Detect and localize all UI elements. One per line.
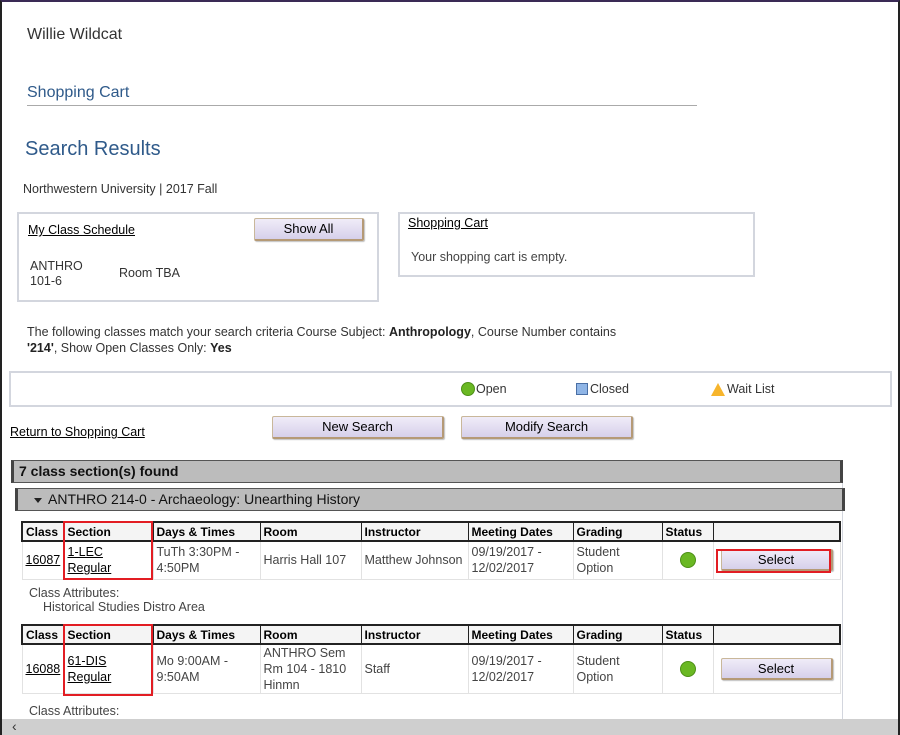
- col-status: Status: [661, 521, 714, 542]
- criteria-middle: , Course Number contains: [470, 325, 617, 339]
- legend-wait-list-label: Wait List: [727, 382, 775, 396]
- criteria-prefix: The following classes match your search …: [27, 325, 389, 339]
- search-criteria: The following classes match your search …: [27, 324, 627, 356]
- criteria-open-value: Yes: [210, 341, 232, 355]
- class-attributes-label: Class Attributes:: [29, 704, 120, 718]
- col-room: Room: [259, 521, 362, 542]
- course-header[interactable]: ANTHRO 214-0 - Archaeology: Unearthing H…: [15, 488, 845, 511]
- legend-wait-list: Wait List: [711, 382, 774, 396]
- col-meeting-dates: Meeting Dates: [467, 624, 574, 645]
- select-highlight: [716, 549, 831, 573]
- horizontal-scrollbar[interactable]: ‹: [2, 718, 898, 735]
- my-class-schedule-link[interactable]: My Class Schedule: [28, 223, 135, 237]
- collapse-caret-icon[interactable]: [34, 497, 42, 503]
- scheduled-room: Room TBA: [119, 266, 180, 280]
- col-grading: Grading: [572, 521, 663, 542]
- results-count-header: 7 class section(s) found: [11, 460, 843, 483]
- col-instructor: Instructor: [360, 521, 469, 542]
- section-highlight: [63, 521, 153, 580]
- col-meeting-dates: Meeting Dates: [467, 521, 574, 542]
- meeting-dates: 09/19/2017 - 12/02/2017: [467, 643, 574, 694]
- shopping-cart-link[interactable]: Shopping Cart: [408, 216, 488, 230]
- closed-square-icon: [576, 383, 588, 395]
- col-grading: Grading: [572, 624, 663, 645]
- instructor: Matthew Johnson: [360, 540, 469, 580]
- return-to-shopping-cart-link[interactable]: Return to Shopping Cart: [10, 425, 145, 439]
- course-title: ANTHRO 214-0 - Archaeology: Unearthing H…: [48, 491, 361, 507]
- class-schedule-panel: My Class Schedule Show All ANTHRO 101-6 …: [17, 212, 379, 302]
- legend-open-label: Open: [476, 382, 507, 396]
- show-all-button[interactable]: Show All: [254, 218, 364, 241]
- class-attributes-label: Class Attributes:: [29, 586, 120, 600]
- col-instructor: Instructor: [360, 624, 469, 645]
- select-cell: Select: [712, 643, 841, 694]
- status-cell: [661, 540, 714, 580]
- legend-open: Open: [461, 382, 507, 396]
- class-number-link[interactable]: 16087: [26, 553, 61, 567]
- col-days-times: Days & Times: [152, 624, 261, 645]
- user-name: Willie Wildcat: [27, 26, 123, 43]
- section-highlight: [63, 624, 153, 696]
- days-times: Mo 9:00AM - 9:50AM: [152, 643, 261, 694]
- shopping-cart-panel: Shopping Cart Your shopping cart is empt…: [398, 212, 755, 277]
- open-status-icon: [679, 552, 696, 569]
- title-divider: [27, 105, 697, 106]
- cart-empty-message: Your shopping cart is empty.: [411, 250, 568, 264]
- col-class: Class: [21, 521, 65, 542]
- meeting-dates: 09/19/2017 - 12/02/2017: [467, 540, 574, 580]
- instructor: Staff: [360, 643, 469, 694]
- legend-closed-label: Closed: [590, 382, 629, 396]
- wait-list-triangle-icon: [711, 382, 725, 396]
- class-attributes-value: Historical Studies Distro Area: [43, 600, 205, 614]
- status-cell: [661, 643, 714, 694]
- col-days-times: Days & Times: [152, 521, 261, 542]
- open-status-icon: [679, 661, 696, 677]
- class-number-link[interactable]: 16088: [26, 662, 61, 676]
- shopping-cart-title: Shopping Cart: [27, 84, 130, 101]
- status-legend: Open Closed Wait List: [9, 371, 892, 407]
- col-action: [712, 624, 841, 645]
- days-times: TuTh 3:30PM - 4:50PM: [152, 540, 261, 580]
- new-search-button[interactable]: New Search: [272, 416, 444, 439]
- open-circle-icon: [461, 382, 475, 396]
- grading: Student Option: [572, 540, 663, 580]
- criteria-number: '214': [27, 341, 54, 355]
- scheduled-course: ANTHRO 101-6: [30, 259, 83, 288]
- select-button[interactable]: Select: [720, 658, 833, 680]
- col-status: Status: [661, 624, 714, 645]
- criteria-subject: Anthropology: [388, 325, 471, 339]
- institution-term: Northwestern University | 2017 Fall: [23, 182, 218, 196]
- scroll-left-arrow-icon[interactable]: ‹: [12, 718, 17, 734]
- col-action: [712, 521, 841, 542]
- grading: Student Option: [572, 643, 663, 694]
- room: ANTHRO Sem Rm 104 - 1810 Hinmn: [259, 643, 362, 694]
- room: Harris Hall 107: [259, 540, 362, 580]
- legend-closed: Closed: [576, 382, 629, 396]
- col-class: Class: [21, 624, 65, 645]
- modify-search-button[interactable]: Modify Search: [461, 416, 633, 439]
- col-room: Room: [259, 624, 362, 645]
- page-title: Search Results: [25, 138, 161, 160]
- criteria-open-label: , Show Open Classes Only:: [53, 341, 211, 355]
